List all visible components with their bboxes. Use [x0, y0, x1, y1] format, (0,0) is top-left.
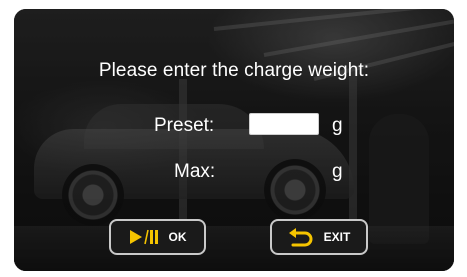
preset-label: Preset:	[154, 115, 215, 136]
play-pause-icon	[129, 229, 159, 245]
dialog-content: Please enter the charge weight: Preset: …	[14, 9, 454, 271]
exit-button[interactable]: EXIT	[270, 219, 368, 255]
max-unit: g	[332, 161, 343, 182]
prompt-text: Please enter the charge weight:	[98, 60, 370, 81]
charge-weight-screen: Please enter the charge weight: Preset: …	[14, 9, 454, 271]
return-arrow-icon	[288, 227, 314, 247]
ok-button-label: OK	[168, 230, 187, 244]
exit-button-label: EXIT	[323, 230, 351, 244]
max-label: Max:	[174, 161, 216, 182]
preset-weight-input[interactable]	[249, 113, 319, 135]
ok-button[interactable]: OK	[109, 219, 206, 255]
preset-unit: g	[332, 115, 343, 136]
